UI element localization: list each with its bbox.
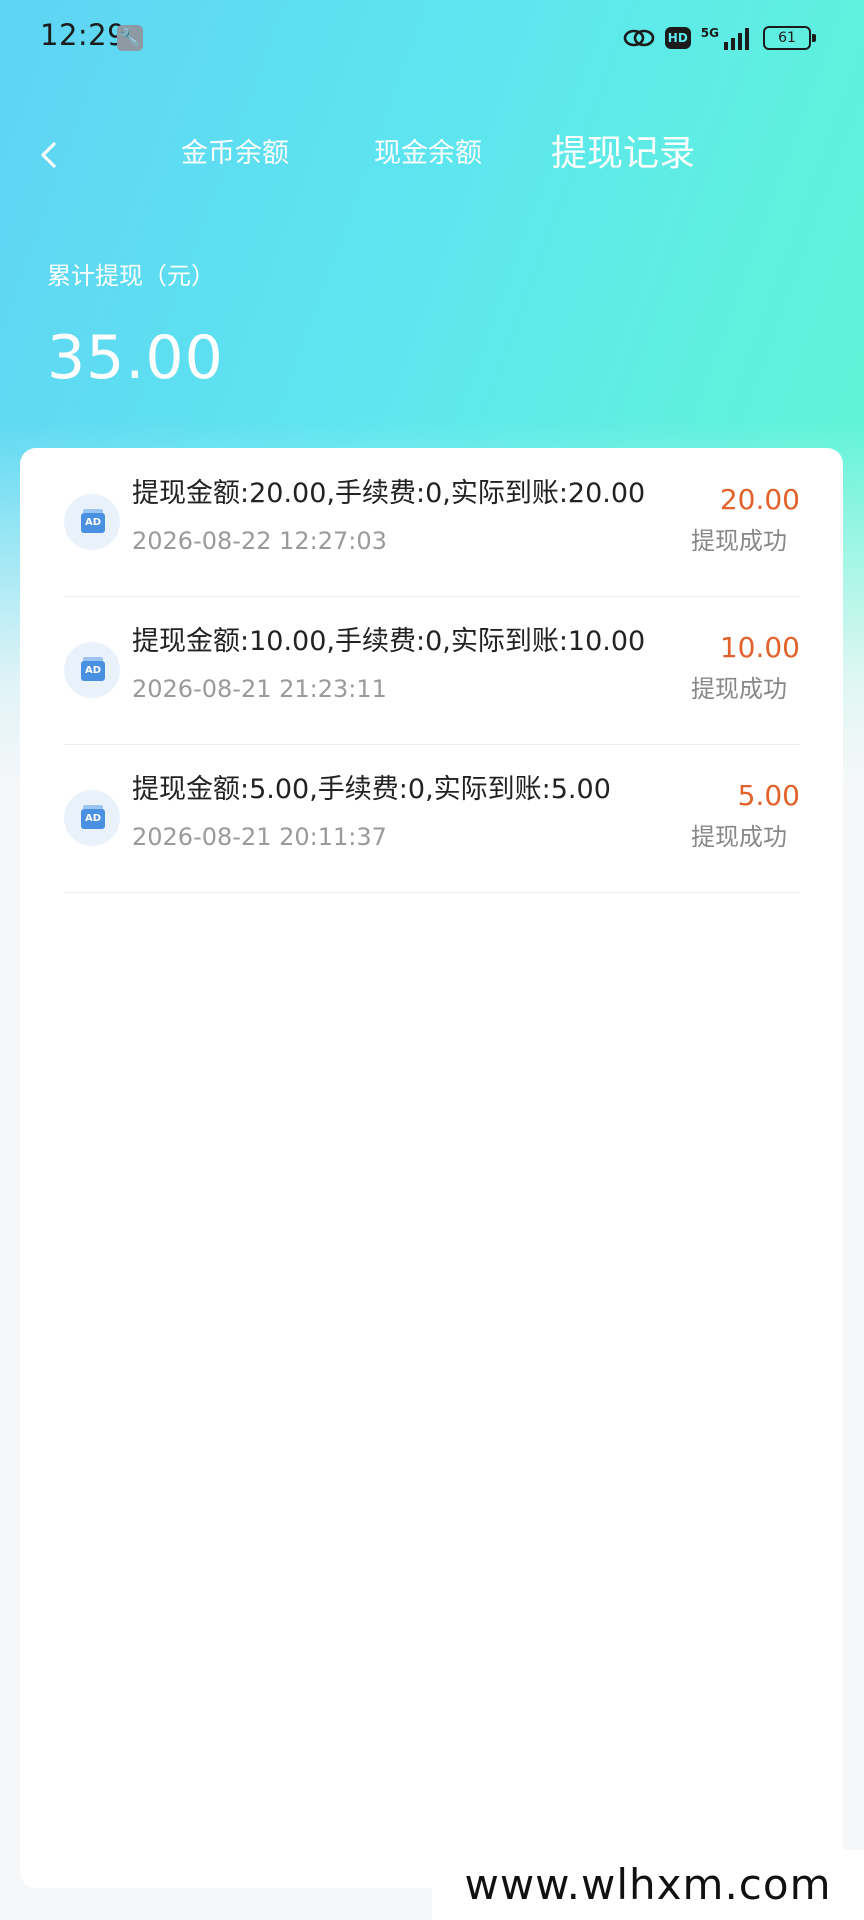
hd-icon: HD <box>664 27 691 49</box>
record-status: 提现成功 <box>691 527 787 555</box>
record-item[interactable]: AD 提现金额:20.00,手续费:0,实际到账:20.00 2026-08-2… <box>64 448 800 597</box>
ad-icon: AD <box>64 790 120 846</box>
record-item[interactable]: AD 提现金额:10.00,手续费:0,实际到账:10.00 2026-08-2… <box>64 596 800 745</box>
record-description: 提现金额:5.00,手续费:0,实际到账:5.00 <box>132 774 611 805</box>
chevron-left-icon <box>41 142 56 168</box>
status-bar: 12:29 🔧 HD 5G 61 <box>0 0 864 76</box>
ad-icon-label: AD <box>81 509 105 533</box>
record-amount: 10.00 <box>719 631 800 664</box>
ad-icon-label: AD <box>81 657 105 681</box>
record-amount: 20.00 <box>719 483 800 516</box>
back-button[interactable] <box>30 130 70 180</box>
status-indicators: HD 5G 61 <box>623 20 816 56</box>
tab-withdraw-records[interactable]: 提现记录 <box>551 127 695 181</box>
record-time: 2026-08-21 20:11:37 <box>132 823 387 851</box>
record-status: 提现成功 <box>691 675 787 703</box>
link-icon <box>623 29 655 47</box>
record-description: 提现金额:20.00,手续费:0,实际到账:20.00 <box>132 478 646 509</box>
record-item[interactable]: AD 提现金额:5.00,手续费:0,实际到账:5.00 2026-08-21 … <box>64 744 800 893</box>
records-card: AD 提现金额:20.00,手续费:0,实际到账:20.00 2026-08-2… <box>20 448 843 1888</box>
signal-icon <box>724 28 749 50</box>
ad-icon: AD <box>64 642 120 698</box>
ad-icon-label: AD <box>81 805 105 829</box>
battery-icon: 61 <box>763 26 816 50</box>
record-amount: 5.00 <box>737 779 800 812</box>
record-time: 2026-08-21 21:23:11 <box>132 675 387 703</box>
tab-coin-balance[interactable]: 金币余额 <box>181 132 289 176</box>
network-type: 5G <box>700 26 719 40</box>
ad-icon: AD <box>64 494 120 550</box>
wrench-icon: 🔧 <box>117 25 143 51</box>
total-withdraw-amount: 35.00 <box>47 323 224 393</box>
tab-cash-balance[interactable]: 现金余额 <box>374 132 482 176</box>
record-time: 2026-08-22 12:27:03 <box>132 527 387 555</box>
record-status: 提现成功 <box>691 823 787 851</box>
total-withdraw-label: 累计提现（元） <box>47 262 215 290</box>
record-description: 提现金额:10.00,手续费:0,实际到账:10.00 <box>132 626 646 657</box>
status-time: 12:29 <box>40 18 127 52</box>
watermark-text: www.wlhxm.com <box>432 1850 864 1920</box>
